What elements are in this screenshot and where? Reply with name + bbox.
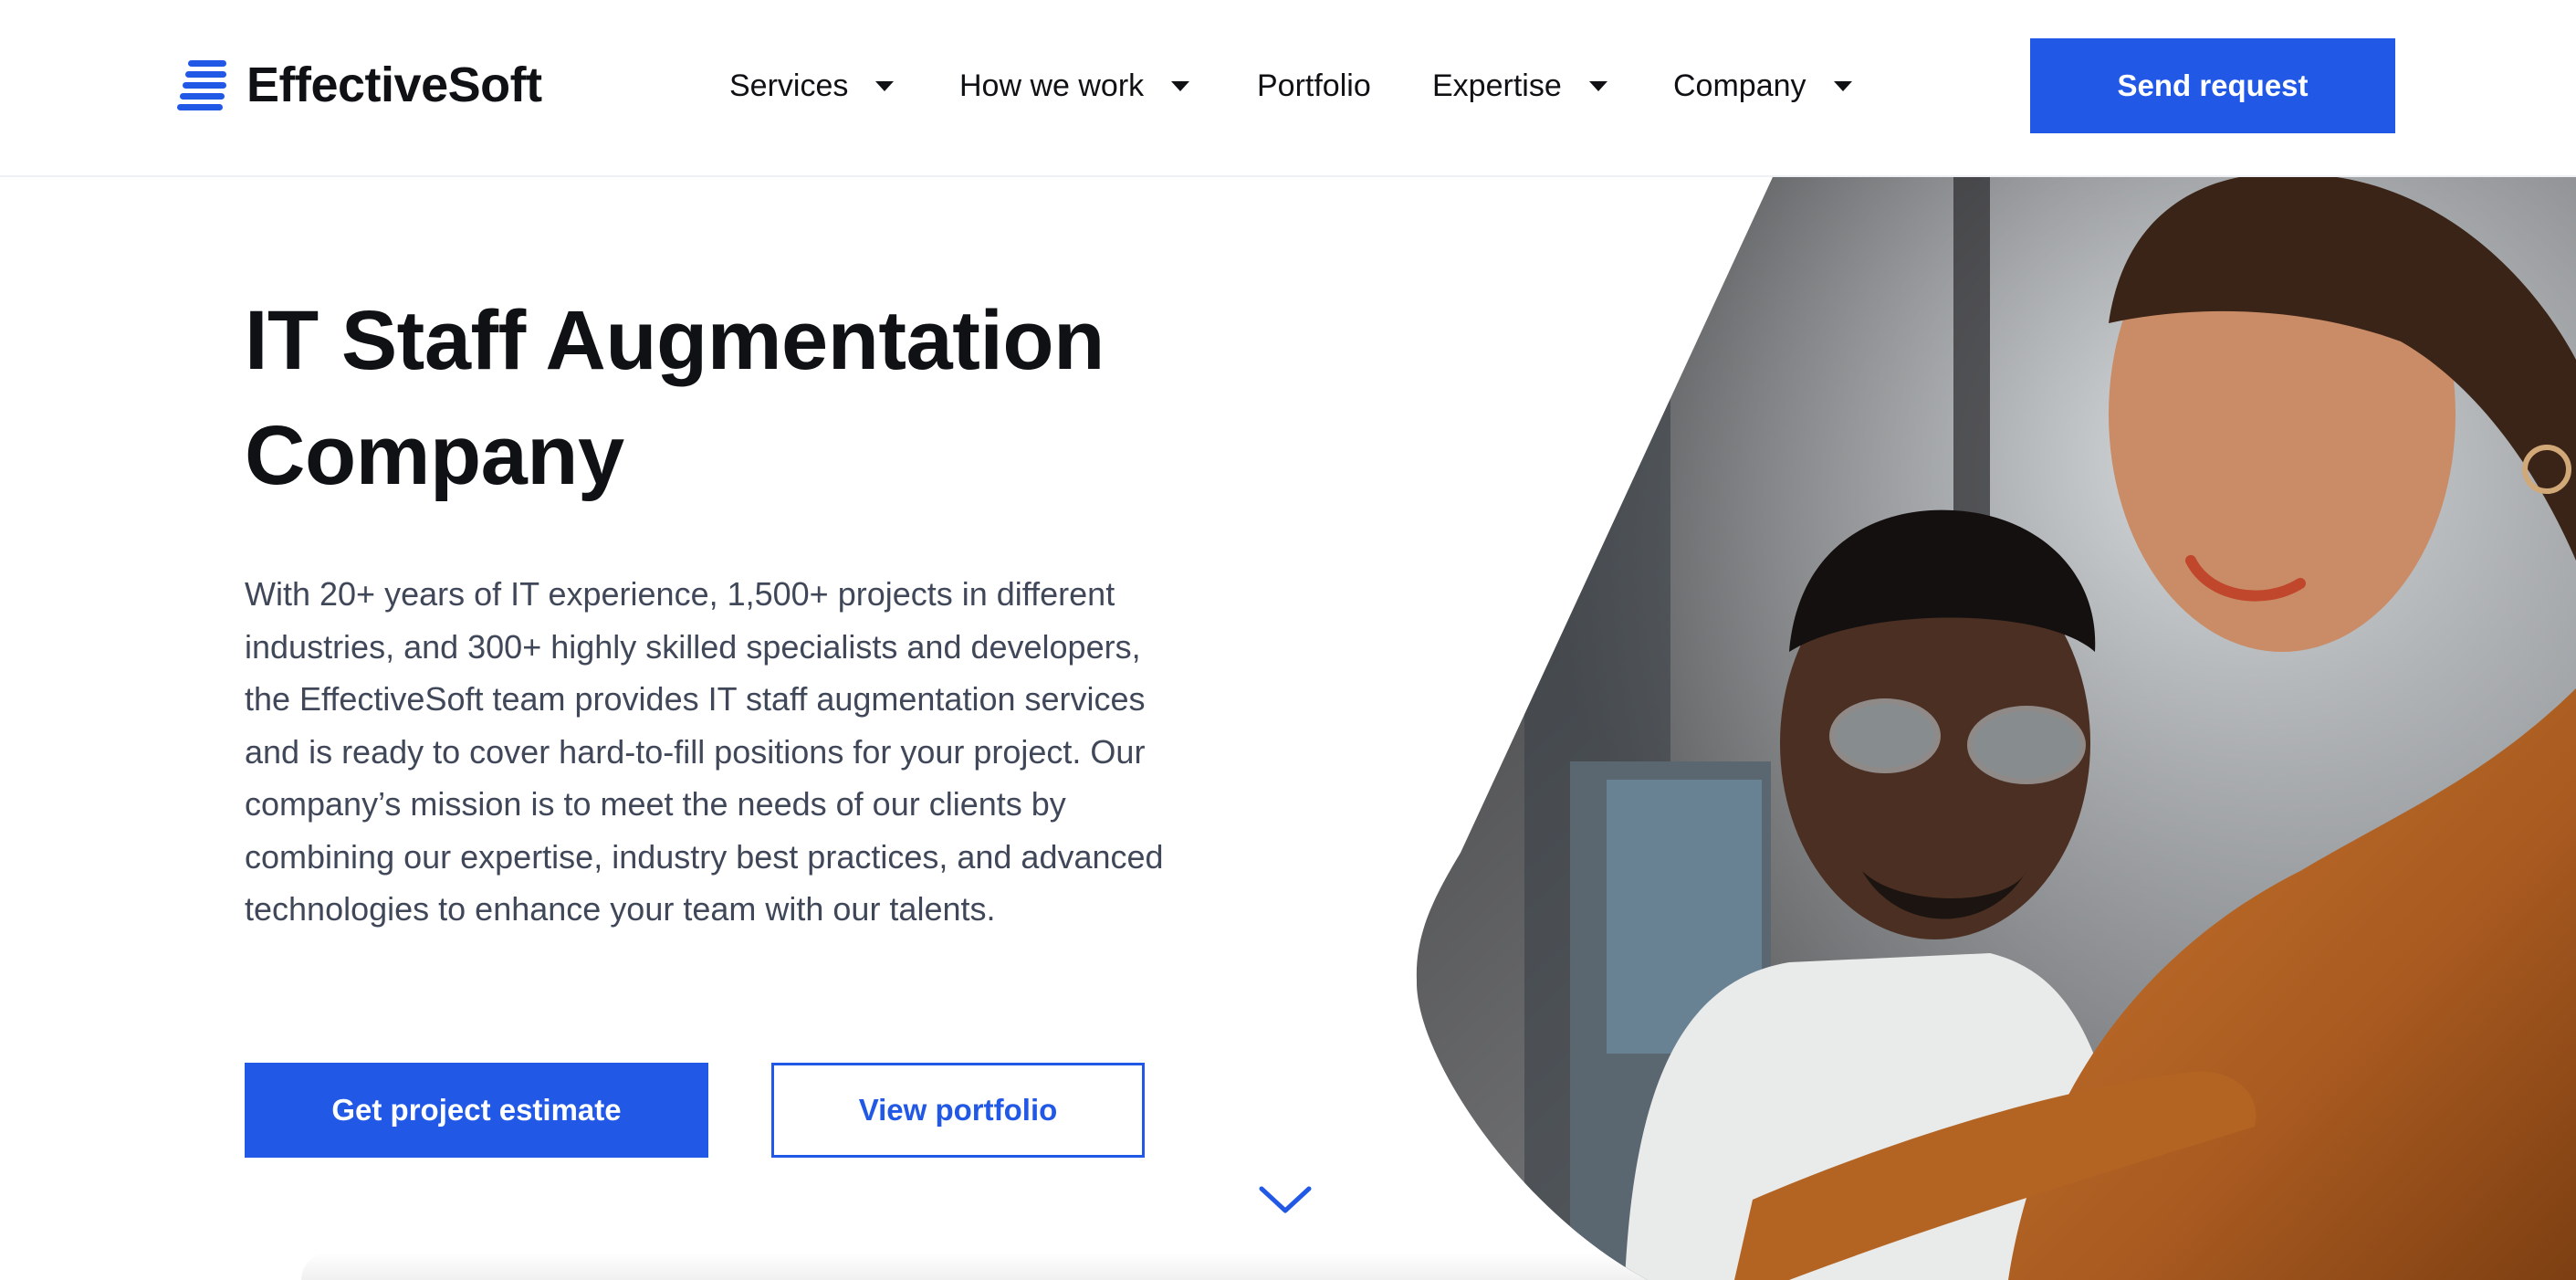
hero-title: IT Staff Augmentation Company [245,294,1105,502]
site-header: EffectiveSoft Services How we work Portf… [0,0,2576,177]
caret-down-icon [875,80,895,91]
send-request-button[interactable]: Send request [2030,38,2395,133]
nav-company[interactable]: Company [1673,64,1852,108]
hero-description: With 20+ years of IT experience, 1,500+ … [245,575,1164,928]
nav-portfolio-label: Portfolio [1257,68,1371,103]
nav-company-label: Company [1673,68,1806,103]
caret-down-icon [1171,80,1190,91]
caret-down-icon [1833,80,1852,91]
get-project-estimate-button[interactable]: Get project estimate [245,1063,708,1158]
nav-services-label: Services [729,68,849,103]
caret-down-icon [1588,80,1607,91]
view-portfolio-button[interactable]: View portfolio [771,1063,1145,1158]
hero-photo [1416,177,2576,1280]
brand-logo[interactable]: EffectiveSoft [175,57,542,113]
nav-services[interactable]: Services [729,64,895,108]
nav-how-we-work[interactable]: How we work [959,64,1190,108]
logo-icon [177,60,226,110]
brand-name: EffectiveSoft [246,58,542,112]
chevron-down-icon[interactable] [1258,1183,1313,1218]
nav-how-we-work-label: How we work [959,68,1145,103]
nav-expertise[interactable]: Expertise [1432,64,1607,108]
nav-expertise-label: Expertise [1432,68,1562,103]
nav-portfolio[interactable]: Portfolio [1257,64,1371,108]
